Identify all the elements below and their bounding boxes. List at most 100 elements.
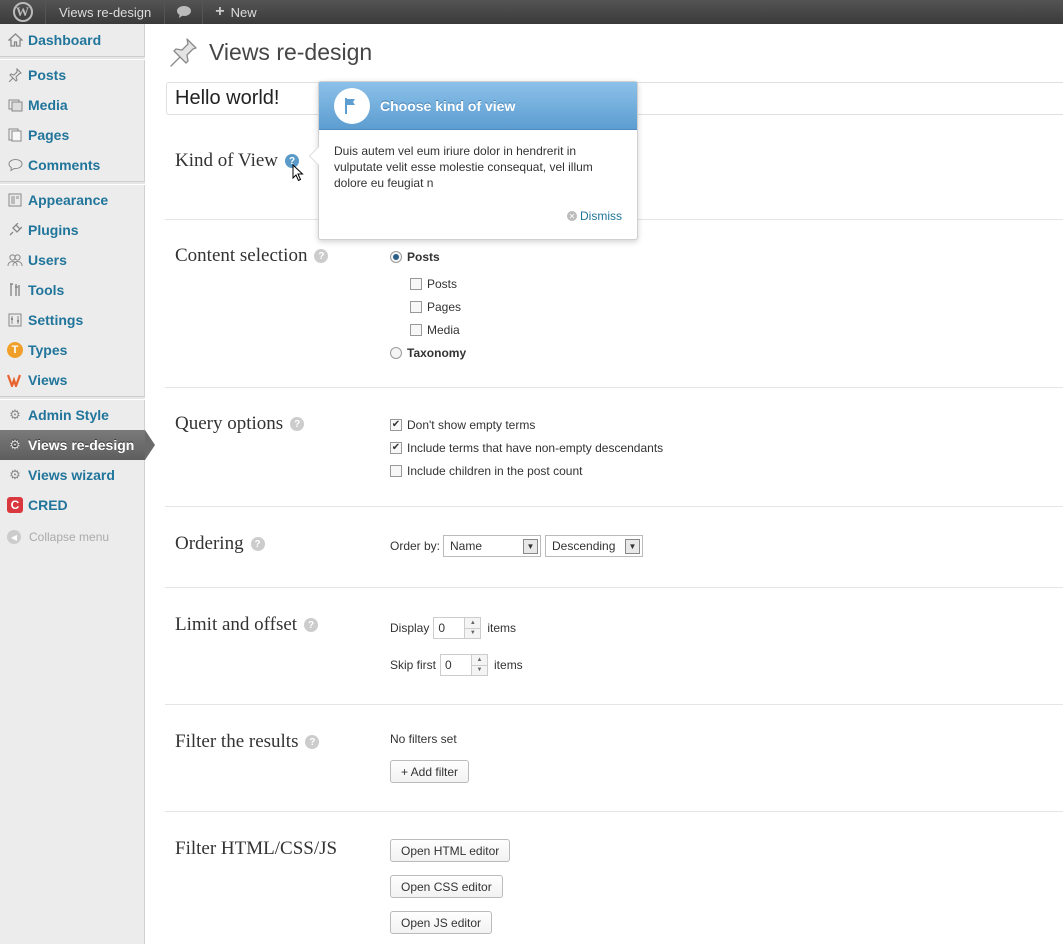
help-pointer-popup: Choose kind of view Duis autem vel eum i… (309, 81, 638, 240)
help-icon[interactable]: ? (305, 735, 320, 749)
open-css-editor-button[interactable]: Open CSS editor (390, 875, 503, 898)
checkbox-media[interactable]: Media (410, 323, 460, 337)
menu-views-wizard[interactable]: ⚙ Views wizard (0, 460, 145, 490)
menu-views-re-design[interactable]: ⚙ Views re-design (0, 430, 155, 460)
menu-label: Pages (28, 127, 70, 143)
menu-label: Plugins (28, 222, 79, 238)
radio-button[interactable] (390, 251, 402, 263)
skip-label: Skip first (390, 658, 437, 672)
radio-posts[interactable]: Posts (390, 250, 440, 264)
menu-views[interactable]: Views (0, 365, 145, 395)
order-by-label: Order by: (390, 539, 441, 553)
admin-bar: W Views re-design + New (0, 0, 1063, 24)
mouse-cursor-icon (292, 164, 304, 182)
menu-dashboard[interactable]: Dashboard (0, 25, 145, 55)
cred-icon: C (7, 497, 23, 513)
radio-taxonomy[interactable]: Taxonomy (390, 346, 466, 360)
new-content-button[interactable]: + New (203, 0, 268, 24)
section-filter-results: Filter the results ? No filters set + Ad… (165, 704, 1063, 811)
page-title: Views re-design (209, 38, 373, 65)
skip-count-stepper[interactable]: 0 ▲ ▼ (440, 654, 489, 676)
tools-icon (7, 282, 23, 298)
checkbox-label: Include terms that have non-empty descen… (407, 441, 664, 455)
menu-plugins[interactable]: Plugins (0, 215, 145, 245)
menu-pages[interactable]: Pages (0, 120, 145, 150)
no-filters-label: No filters set (390, 732, 457, 746)
menu-label: Views re-design (28, 437, 135, 453)
views-icon (7, 372, 23, 388)
pointer-arrow (309, 146, 319, 166)
section-title: Query options ? (175, 413, 305, 435)
menu-users[interactable]: Users (0, 245, 145, 275)
users-icon (7, 252, 23, 268)
menu-label: Media (28, 97, 68, 113)
open-js-editor-button[interactable]: Open JS editor (390, 911, 493, 934)
display-row: Display 0 ▲ ▼ items (390, 617, 516, 639)
order-by-row: Order by: Name ▼ Descending ▼ (390, 535, 644, 557)
section-title-text: Content selection (175, 245, 308, 266)
menu-appearance[interactable]: Appearance (0, 185, 145, 215)
checkbox-include-children[interactable]: Include children in the post count (390, 464, 582, 478)
dismiss-label: Dismiss (580, 209, 622, 223)
comments-button[interactable] (165, 0, 204, 24)
site-name-link[interactable]: Views re-design (46, 0, 166, 24)
section-limit-offset: Limit and offset ? Display 0 ▲ ▼ items Sk… (165, 587, 1063, 704)
help-icon[interactable]: ? (314, 249, 329, 263)
page-header: Views re-design (167, 36, 372, 68)
stepper-up-icon[interactable]: ▲ (472, 655, 488, 665)
checkbox-checked[interactable]: ✔ (390, 442, 402, 454)
checkbox-dont-show-empty-terms[interactable]: ✔ Don't show empty terms (390, 418, 535, 432)
section-title: Ordering ? (175, 533, 265, 555)
menu-media[interactable]: Media (0, 90, 145, 120)
chevron-down-icon: ▼ (625, 538, 641, 554)
radio-button[interactable] (390, 347, 402, 359)
menu-label: Tools (28, 282, 65, 298)
menu-label: Appearance (28, 192, 109, 208)
menu-comments[interactable]: Comments (0, 150, 145, 180)
checkbox-include-terms-descendants[interactable]: ✔ Include terms that have non-empty desc… (390, 441, 663, 455)
collapse-menu-button[interactable]: ◀ Collapse menu (0, 522, 145, 552)
menu-posts[interactable]: Posts (0, 60, 145, 90)
add-filter-button[interactable]: + Add filter (390, 760, 470, 783)
help-icon[interactable]: ? (250, 537, 265, 551)
checkbox[interactable] (410, 301, 422, 313)
checkbox[interactable] (410, 324, 422, 336)
menu-cred[interactable]: C CRED (0, 490, 145, 520)
menu-label: Types (28, 342, 68, 358)
menu-settings[interactable]: Settings (0, 305, 145, 335)
settings-icon (7, 312, 23, 328)
gear-icon: ⚙ (9, 437, 21, 452)
checkbox-label: Pages (427, 300, 462, 314)
order-by-select[interactable]: Name ▼ (443, 535, 542, 557)
open-html-editor-button[interactable]: Open HTML editor (390, 839, 511, 862)
stepper-down-icon[interactable]: ▼ (465, 627, 481, 638)
css-editor-row: Open CSS editor (390, 875, 503, 898)
home-icon (7, 32, 23, 48)
menu-admin-style[interactable]: ⚙ Admin Style (0, 400, 145, 430)
wordpress-logo-button[interactable]: W (0, 0, 46, 24)
menu-label: Views (28, 372, 68, 388)
menu-label: Settings (28, 312, 84, 328)
collapse-arrow-icon: ◀ (7, 530, 21, 544)
dismiss-link[interactable]: ✕ Dismiss (567, 209, 622, 223)
plus-icon: + (215, 3, 225, 20)
stepper-value: 0 (438, 621, 446, 635)
section-title: Limit and offset ? (175, 614, 319, 636)
checkbox[interactable] (390, 465, 402, 477)
add-filter-row: + Add filter (390, 760, 470, 783)
checkbox[interactable] (410, 278, 422, 290)
menu-types[interactable]: T Types (0, 335, 145, 365)
select-value: Descending (552, 539, 616, 553)
checkbox-posts[interactable]: Posts (410, 277, 457, 291)
section-ordering: Ordering ? Order by: Name ▼ Descending ▼ (165, 506, 1063, 587)
stepper-down-icon[interactable]: ▼ (472, 664, 488, 675)
checkbox-pages[interactable]: Pages (410, 300, 461, 314)
order-direction-select[interactable]: Descending ▼ (545, 535, 644, 557)
stepper-up-icon[interactable]: ▲ (465, 618, 481, 628)
help-icon[interactable]: ? (304, 618, 319, 632)
checkbox-checked[interactable]: ✔ (390, 419, 402, 431)
help-icon[interactable]: ? (290, 417, 305, 431)
menu-label: Posts (28, 67, 67, 83)
menu-tools[interactable]: Tools (0, 275, 145, 305)
display-count-stepper[interactable]: 0 ▲ ▼ (433, 617, 482, 639)
